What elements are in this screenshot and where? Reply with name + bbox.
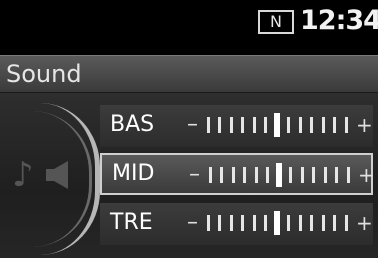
- scale-tick: [231, 167, 235, 183]
- scale-tick: [264, 117, 267, 133]
- scale-tick: [241, 117, 244, 133]
- scale-tick: [229, 215, 233, 231]
- scale-tick: [335, 167, 338, 183]
- scale-tick: [289, 167, 292, 183]
- scale-tick: [298, 117, 302, 133]
- decrease-mid-button[interactable]: –: [189, 162, 200, 188]
- eq-row-tre[interactable]: TRE – +: [100, 203, 373, 245]
- scale-tick: [220, 167, 223, 183]
- scale-tick: [254, 167, 258, 183]
- status-bar: N 12:34: [0, 0, 378, 52]
- clock: 12:34: [300, 5, 378, 36]
- scale-tick: [208, 167, 212, 183]
- scale-tick: [241, 215, 244, 231]
- scale-tick: [206, 117, 210, 133]
- scale-tick: [218, 117, 221, 133]
- scale-tick: [321, 215, 325, 231]
- title-bar: Sound: [0, 55, 378, 93]
- scale-tick: [266, 167, 269, 183]
- eq-label-bas: BAS: [110, 112, 155, 137]
- scale-tick: [333, 215, 336, 231]
- scale-tick: [344, 117, 348, 133]
- page-title: Sound: [6, 60, 82, 88]
- eq-row-mid[interactable]: MID – +: [100, 153, 375, 195]
- music-note-icon: ♪: [12, 155, 34, 195]
- level-marker[interactable]: [276, 163, 282, 187]
- scale-tick: [346, 167, 350, 183]
- scale-tick: [321, 117, 325, 133]
- scale-tick: [243, 167, 246, 183]
- eq-label-tre: TRE: [110, 210, 153, 235]
- scale-tick: [252, 215, 256, 231]
- increase-bas-button[interactable]: +: [356, 112, 373, 138]
- scale-tick: [252, 117, 256, 133]
- scale-tick: [310, 117, 313, 133]
- level-marker[interactable]: [274, 211, 280, 235]
- level-marker[interactable]: [274, 113, 280, 137]
- scale-tick: [206, 215, 210, 231]
- scale-tick: [218, 215, 221, 231]
- eq-slider-tre[interactable]: [203, 211, 351, 235]
- decrease-bas-button[interactable]: –: [187, 112, 198, 138]
- scale-tick: [344, 215, 348, 231]
- eq-label-mid: MID: [112, 161, 155, 186]
- eq-slider-mid[interactable]: [205, 163, 353, 187]
- decrease-tre-button[interactable]: –: [187, 210, 198, 236]
- scale-tick: [298, 215, 302, 231]
- scale-tick: [312, 167, 315, 183]
- eq-slider-bas[interactable]: [203, 113, 351, 137]
- compass-indicator: N: [258, 10, 294, 34]
- sound-panel: ♪ BAS – + MID – + TRE – +: [0, 93, 378, 258]
- scale-tick: [310, 215, 313, 231]
- scale-tick: [300, 167, 304, 183]
- scale-tick: [229, 117, 233, 133]
- increase-tre-button[interactable]: +: [356, 210, 373, 236]
- scale-tick: [323, 167, 327, 183]
- scale-tick: [333, 117, 336, 133]
- scale-tick: [264, 215, 267, 231]
- speaker-graphic: ♪: [0, 93, 100, 258]
- scale-tick: [287, 215, 290, 231]
- scale-tick: [287, 117, 290, 133]
- eq-row-bas[interactable]: BAS – +: [100, 105, 373, 147]
- speaker-icon: [46, 161, 68, 189]
- increase-mid-button[interactable]: +: [358, 162, 375, 188]
